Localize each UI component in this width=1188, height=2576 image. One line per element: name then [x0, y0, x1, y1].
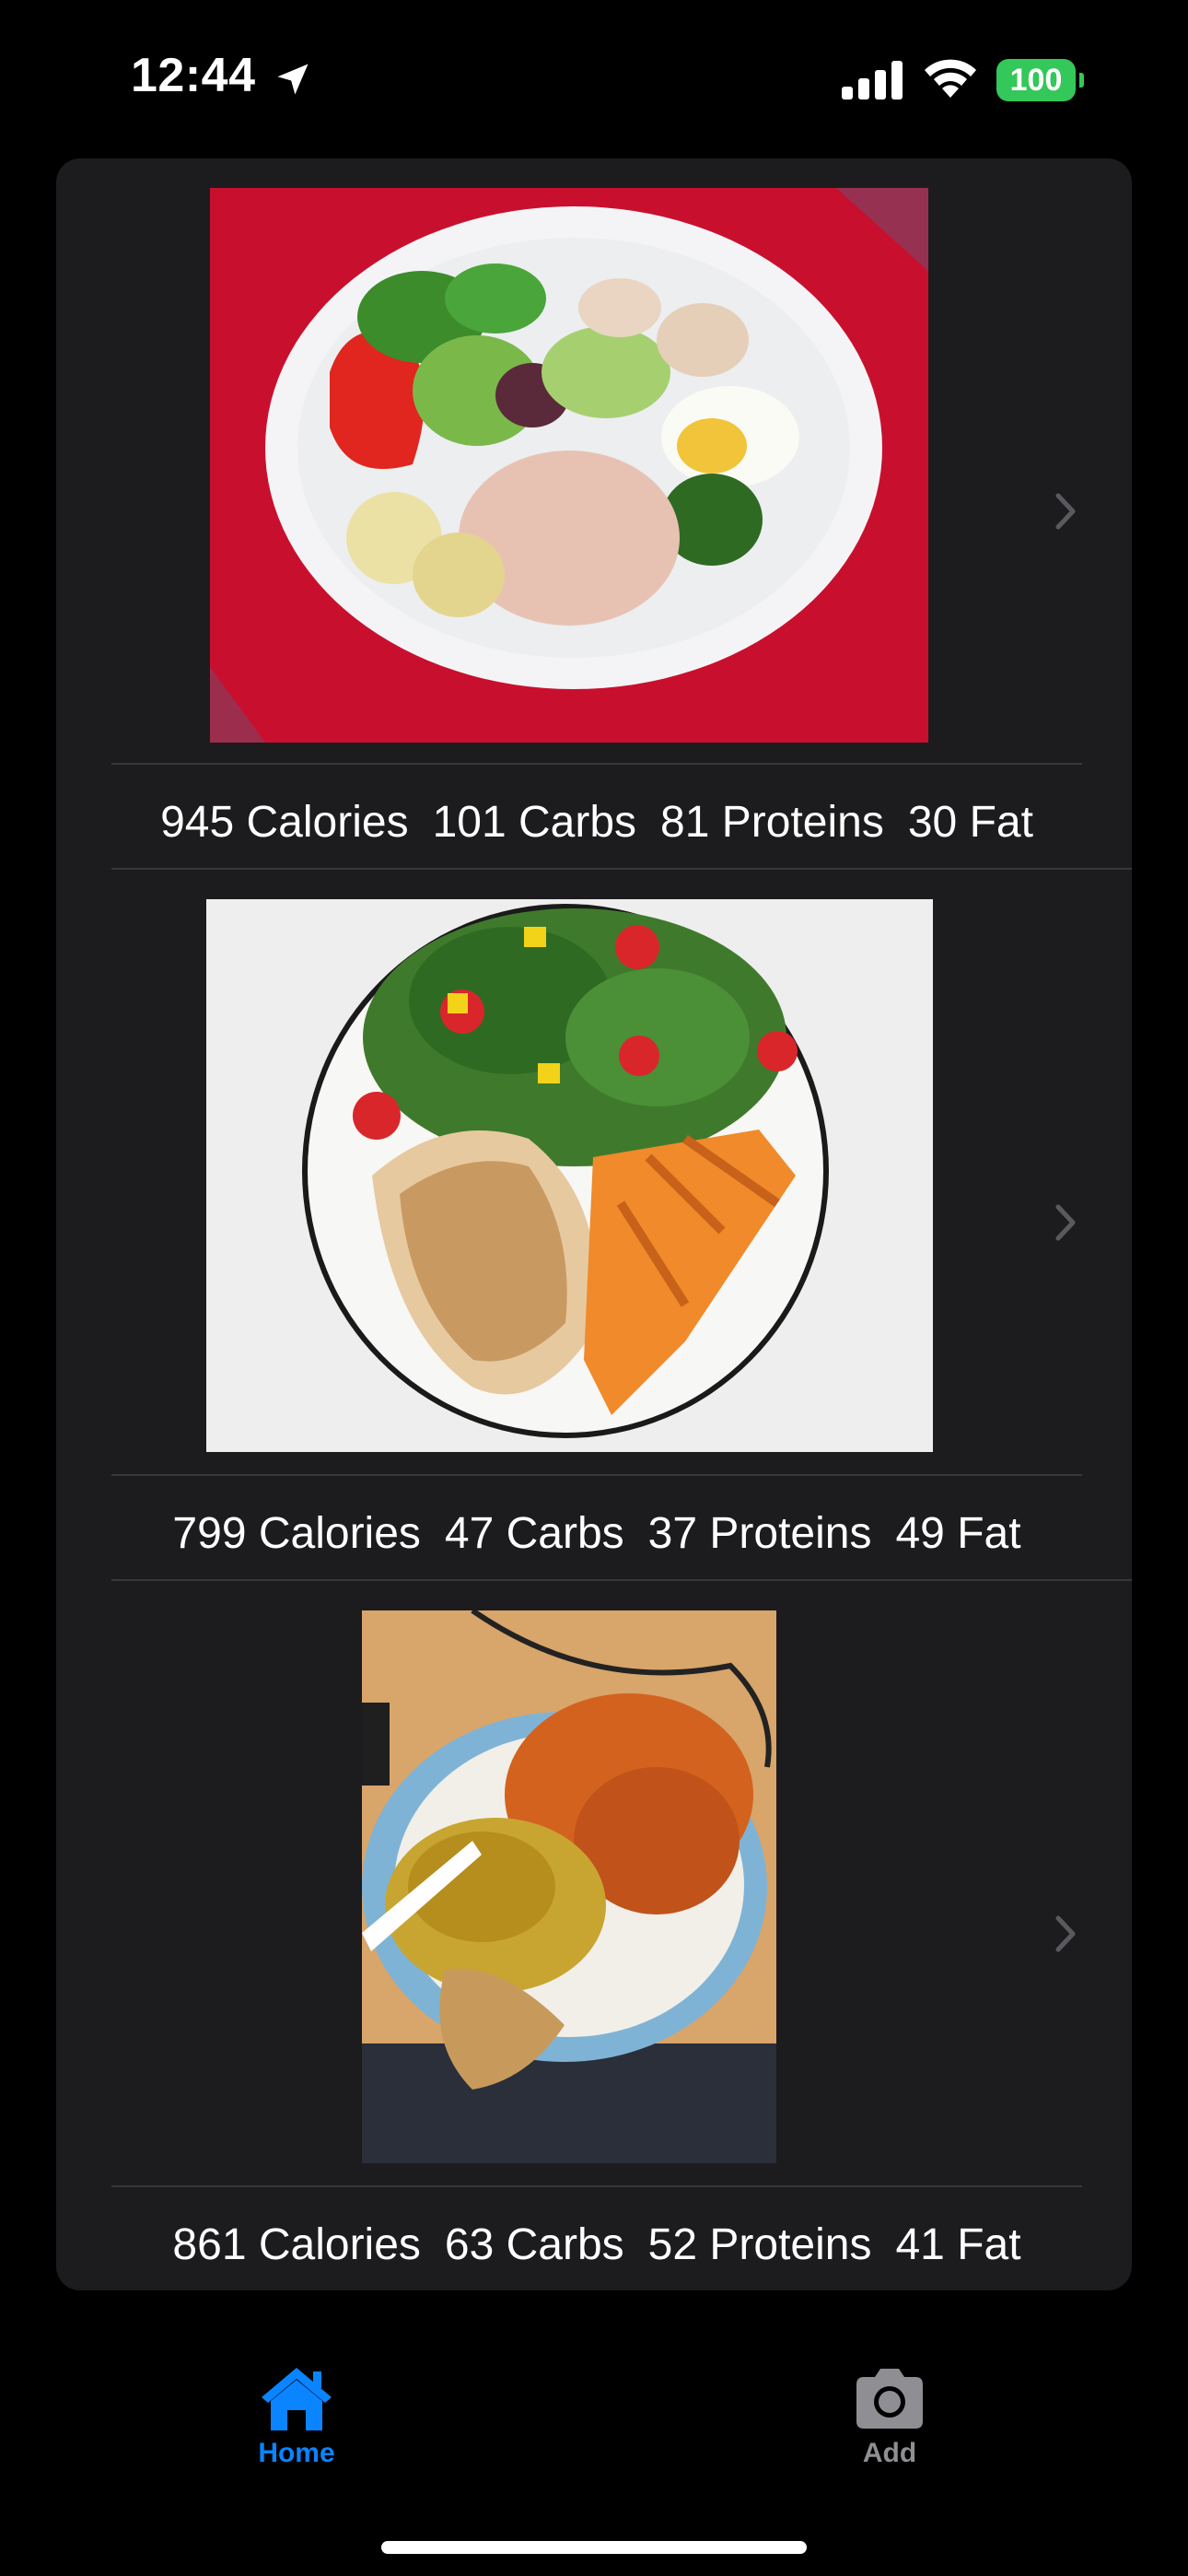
carbs-value: 47 Carbs	[444, 1508, 624, 1558]
divider	[111, 1474, 1082, 1476]
status-time: 12:44	[131, 49, 256, 102]
chevron-right-icon	[1055, 1915, 1076, 1952]
calories-value: 799 Calories	[172, 1508, 421, 1558]
fat-value: 30 Fat	[907, 797, 1033, 847]
meal-photo-chicken-sweet-potato	[206, 899, 933, 1452]
camera-icon	[856, 2369, 923, 2429]
location-arrow-icon	[277, 64, 309, 95]
battery-indicator: 100	[996, 59, 1084, 101]
carbs-value: 63 Carbs	[444, 2219, 624, 2269]
house-icon	[262, 2368, 332, 2430]
nutrition-summary: 861 Calories 63 Carbs 52 Proteins 41 Fat	[111, 2207, 1082, 2281]
chevron-right-icon	[1055, 493, 1076, 530]
fat-value: 41 Fat	[895, 2219, 1021, 2269]
proteins-value: 81 Proteins	[660, 797, 884, 847]
status-bar: 12:44 100	[0, 0, 1188, 157]
meal-list: 945 Calories 101 Carbs 81 Proteins 30 Fa…	[56, 158, 1132, 2290]
home-indicator	[381, 2541, 807, 2554]
calories-value: 945 Calories	[160, 797, 409, 847]
carbs-value: 101 Carbs	[432, 797, 637, 847]
divider	[111, 763, 1082, 765]
proteins-value: 37 Proteins	[647, 1508, 872, 1558]
nutrition-summary: 945 Calories 101 Carbs 81 Proteins 30 Fa…	[111, 785, 1082, 859]
tab-add-label: Add	[862, 2438, 917, 2468]
wifi-icon	[925, 59, 976, 98]
nutrition-summary: 799 Calories 47 Carbs 37 Proteins 49 Fat	[111, 1496, 1082, 1570]
divider	[111, 2185, 1082, 2187]
battery-nub	[1079, 73, 1084, 88]
calories-value: 861 Calories	[172, 2219, 421, 2269]
tab-home-label: Home	[258, 2438, 335, 2468]
meal-row[interactable]: 945 Calories 101 Carbs 81 Proteins 30 Fa…	[56, 158, 1132, 870]
meal-photo-curry-rice	[362, 1610, 776, 2163]
tab-home[interactable]: Home	[204, 2364, 389, 2502]
app-screen: 12:44 100 945 Calories 101 Carbs 81 Prot…	[0, 0, 1188, 2576]
tab-bar: Home Add	[0, 2331, 1188, 2576]
meal-row[interactable]: 799 Calories 47 Carbs 37 Proteins 49 Fat	[56, 870, 1132, 1581]
cellular-signal-icon	[842, 61, 903, 100]
fat-value: 49 Fat	[895, 1508, 1021, 1558]
chevron-right-icon	[1055, 1204, 1076, 1241]
meal-row[interactable]: 861 Calories 63 Carbs 52 Proteins 41 Fat	[56, 1581, 1132, 2290]
tab-add[interactable]: Add	[798, 2364, 982, 2502]
proteins-value: 52 Proteins	[647, 2219, 872, 2269]
battery-level: 100	[996, 59, 1076, 101]
meal-photo-salad-plate	[210, 188, 928, 743]
